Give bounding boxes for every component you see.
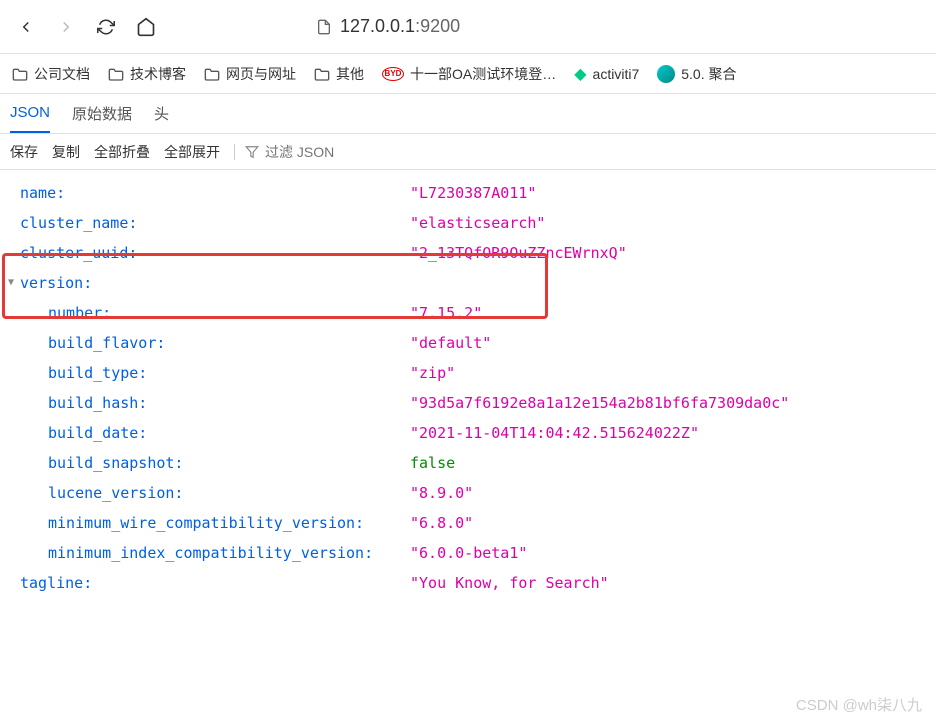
folder-icon (12, 67, 28, 81)
json-value: "L7230387A011" (410, 178, 536, 208)
json-key-build-type[interactable]: build_type: (48, 358, 147, 388)
url-bar[interactable]: 127.0.0.1:9200 (316, 16, 460, 37)
browser-toolbar: 127.0.0.1:9200 (0, 0, 936, 54)
json-value: "7.15.2" (410, 298, 482, 328)
back-button[interactable] (16, 17, 36, 37)
json-key-min-wire[interactable]: minimum_wire_compatibility_version: (48, 508, 364, 538)
filter-input[interactable] (265, 144, 385, 160)
bookmark-tech-blog[interactable]: 技术博客 (108, 64, 186, 84)
view-tabs: JSON 原始数据 头 (0, 94, 936, 134)
json-key-build-hash[interactable]: build_hash: (48, 388, 147, 418)
json-key-version[interactable]: version: (20, 268, 92, 298)
json-value: "2021-11-04T14:04:42.515624022Z" (410, 418, 699, 448)
bookmark-aggregate[interactable]: 5.0. 聚合 (657, 64, 736, 84)
folder-icon (108, 67, 124, 81)
folder-icon (204, 67, 220, 81)
byd-icon: BYD (382, 67, 404, 81)
watermark: CSDN @wh柒八九 (796, 694, 922, 715)
bookmark-other[interactable]: 其他 (314, 64, 364, 84)
json-value: "elasticsearch" (410, 208, 545, 238)
bookmark-oa-test[interactable]: BYD 十一部OA测试环境登… (382, 64, 556, 84)
json-value: false (410, 448, 455, 478)
folder-icon (314, 67, 330, 81)
activiti-icon: ◆ (574, 64, 586, 84)
json-key-cluster-uuid[interactable]: cluster_uuid: (20, 238, 137, 268)
json-value: "You Know, for Search" (410, 568, 609, 598)
json-value: "6.8.0" (410, 508, 473, 538)
json-value: "93d5a7f6192e8a1a12e154a2b81bf6fa7309da0… (410, 388, 789, 418)
expand-all-action[interactable]: 全部展开 (164, 142, 220, 162)
json-key-name[interactable]: name: (20, 178, 65, 208)
json-value: "2_13TQfOR9OuZZncEWrnxQ" (410, 238, 627, 268)
tab-json[interactable]: JSON (10, 94, 50, 133)
json-key-number[interactable]: number: (48, 298, 111, 328)
filter-icon (245, 145, 259, 159)
save-action[interactable]: 保存 (10, 142, 38, 162)
bookmark-web-urls[interactable]: 网页与网址 (204, 64, 296, 84)
filter-box (234, 144, 385, 160)
json-key-build-date[interactable]: build_date: (48, 418, 147, 448)
reload-button[interactable] (96, 17, 116, 37)
bookmarks-bar: 公司文档 技术博客 网页与网址 其他 BYD 十一部OA测试环境登… ◆ act… (0, 54, 936, 94)
json-key-cluster-name[interactable]: cluster_name: (20, 208, 137, 238)
forward-button[interactable] (56, 17, 76, 37)
collapse-toggle-icon[interactable]: ▼ (8, 273, 20, 293)
tab-raw[interactable]: 原始数据 (72, 93, 132, 134)
copy-action[interactable]: 复制 (52, 142, 80, 162)
json-value: "default" (410, 328, 491, 358)
json-key-lucene-version[interactable]: lucene_version: (48, 478, 183, 508)
json-toolbar: 保存 复制 全部折叠 全部展开 (0, 134, 936, 170)
json-key-build-flavor[interactable]: build_flavor: (48, 328, 165, 358)
home-button[interactable] (136, 17, 156, 37)
edge-icon (657, 65, 675, 83)
json-value: "8.9.0" (410, 478, 473, 508)
json-value: "6.0.0-beta1" (410, 538, 527, 568)
json-key-min-index[interactable]: minimum_index_compatibility_version: (48, 538, 373, 568)
page-icon (316, 19, 332, 35)
bookmark-activiti7[interactable]: ◆ activiti7 (574, 64, 639, 84)
tab-headers[interactable]: 头 (154, 93, 169, 134)
url-text: 127.0.0.1:9200 (340, 16, 460, 37)
bookmark-company-docs[interactable]: 公司文档 (12, 64, 90, 84)
collapse-all-action[interactable]: 全部折叠 (94, 142, 150, 162)
json-key-build-snapshot[interactable]: build_snapshot: (48, 448, 183, 478)
json-value: "zip" (410, 358, 455, 388)
json-key-tagline[interactable]: tagline: (20, 568, 92, 598)
json-content: name: "L7230387A011" cluster_name: "elasti… (0, 170, 936, 606)
